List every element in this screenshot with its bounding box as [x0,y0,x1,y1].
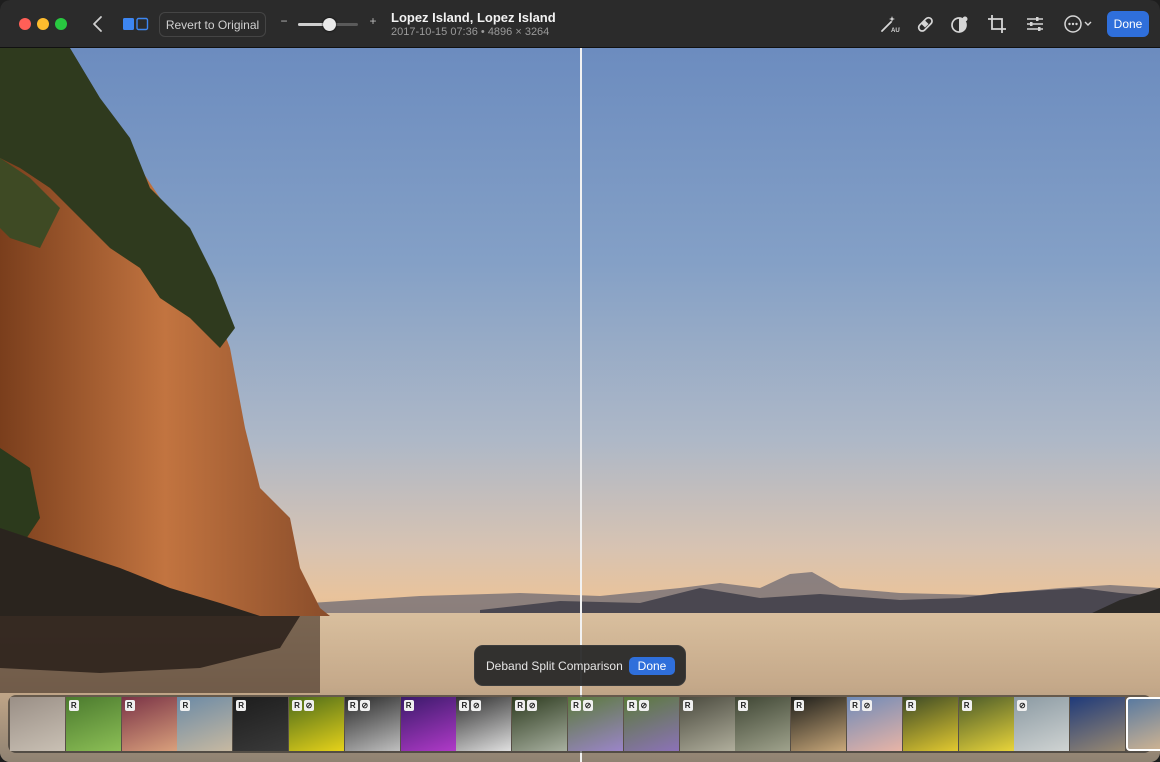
filmstrip-thumbnail[interactable]: R [233,697,289,751]
link-icon: ⊘ [359,700,370,711]
svg-text:AUTO: AUTO [891,28,900,34]
filmstrip-thumbnail[interactable]: R ⊘ [344,697,400,751]
split-compare-icon [123,17,149,31]
raw-badge: R [905,700,916,711]
more-options-icon [1064,15,1092,33]
zoom-out-button[interactable]: − [279,14,289,28]
retouch-icon [917,16,933,32]
filmstrip-thumbnail[interactable]: R ⊘ [847,697,902,751]
crop-button[interactable] [986,13,1008,35]
filmstrip-thumbnail[interactable]: ⊘ [1014,697,1070,751]
zoom-window-button[interactable] [55,18,67,30]
red-eye-button[interactable] [949,13,971,35]
crop-icon [988,15,1006,33]
retouch-button[interactable] [914,13,936,35]
photos-edit-window: Revert to Original − + Lopez Island, Lop… [0,0,1160,762]
raw-badge: R [459,700,470,711]
raw-badge: R [850,700,860,711]
raw-badge: R [347,700,358,711]
raw-badge: R [738,700,749,711]
raw-badge: R [180,700,191,711]
auto-enhance-button[interactable]: AUTO [878,13,908,35]
filmstrip-thumbnail[interactable] [10,697,65,751]
link-icon: ⊘ [304,700,314,711]
red-eye-icon [951,16,968,33]
filmstrip: R R R R R ⊘ R ⊘ R R ⊘ R ⊘ R ⊘ R ⊘ R R R R ⊘ R R ⊘ [8,695,1160,753]
adjust-icon [1027,17,1043,31]
zoom-in-button[interactable]: + [367,14,379,28]
adjust-button[interactable] [1024,13,1046,35]
filmstrip-thumbnail[interactable]: R [679,697,735,751]
raw-badge: R [961,700,972,711]
link-icon: ⊘ [471,700,482,711]
deband-done-button[interactable]: Done [629,657,675,675]
filmstrip-thumbnail[interactable] [1126,697,1160,751]
link-icon: ⊘ [527,700,538,711]
filmstrip-thumbnail[interactable]: R [65,697,121,751]
auto-enhance-icon: AUTO [881,16,908,34]
revert-to-original-button[interactable]: Revert to Original [159,12,266,37]
toolbar: Revert to Original − + Lopez Island, Lop… [0,0,1160,48]
zoom-slider-knob[interactable] [323,18,337,31]
zoom-slider[interactable] [298,18,358,31]
close-window-button[interactable] [19,18,31,30]
filmstrip-thumbnail[interactable]: R [177,697,233,751]
photo-subtitle: 2017-10-15 07:36 • 4896 × 3264 [391,26,550,38]
chevron-left-icon [93,16,102,32]
filmstrip-thumbnail[interactable]: R [121,697,177,751]
filmstrip-thumbnail[interactable]: R ⊘ [623,697,679,751]
raw-badge: R [68,700,79,711]
link-icon: ⊘ [1017,700,1028,711]
raw-badge: R [236,700,247,711]
filmstrip-thumbnail[interactable]: R [902,697,958,751]
filmstrip-thumbnail[interactable]: R [958,697,1014,751]
done-button[interactable]: Done [1107,11,1149,37]
link-icon: ⊘ [638,700,649,711]
raw-badge: R [292,700,302,711]
more-options-button[interactable] [1062,13,1094,35]
link-icon: ⊘ [862,700,872,711]
filmstrip-thumbnail[interactable]: R ⊘ [289,697,344,751]
filmstrip-thumbnail[interactable]: R [400,697,456,751]
back-button[interactable] [88,13,108,35]
link-icon: ⊘ [583,700,593,711]
filmstrip-thumbnail[interactable]: R ⊘ [568,697,623,751]
raw-badge: R [794,700,805,711]
filmstrip-thumbnail[interactable] [1070,697,1126,751]
minimize-window-button[interactable] [37,18,49,30]
filmstrip-thumbnail[interactable]: R ⊘ [512,697,568,751]
photo-title: Lopez Island, Lopez Island [391,10,556,25]
compare-button[interactable] [122,15,149,33]
raw-badge: R [626,700,637,711]
raw-badge: R [515,700,526,711]
filmstrip-thumbnail[interactable]: R ⊘ [456,697,512,751]
raw-badge: R [124,700,135,711]
filmstrip-thumbnail[interactable]: R [791,697,847,751]
deband-popup-label: Deband Split Comparison [486,659,623,673]
raw-badge: R [571,700,581,711]
raw-badge: R [682,700,693,711]
photo-info: Lopez Island, Lopez Island 2017-10-15 07… [391,10,556,38]
raw-badge: R [403,700,414,711]
filmstrip-thumbnail[interactable]: R [735,697,791,751]
